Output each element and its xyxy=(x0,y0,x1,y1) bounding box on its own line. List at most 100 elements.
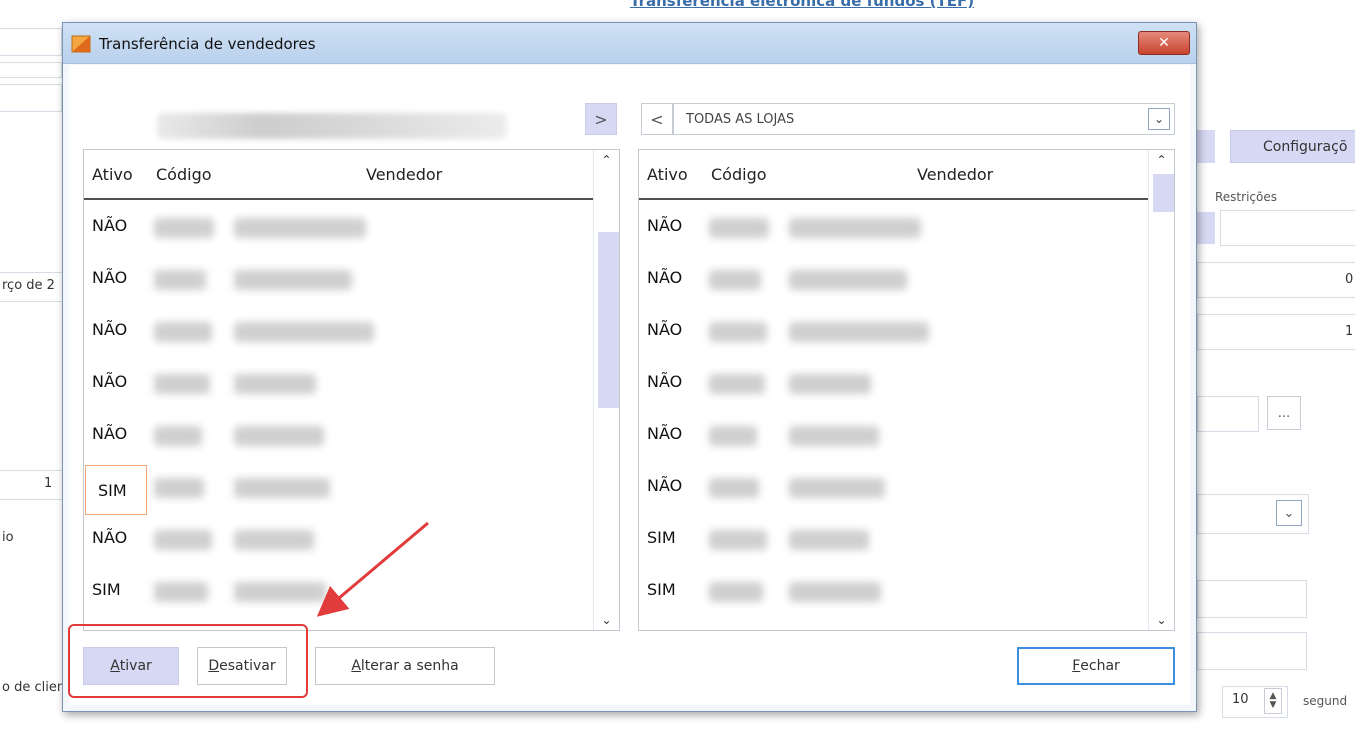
spin-arrows-icon[interactable]: ▲ ▼ xyxy=(1264,688,1282,714)
bg-value: 0 xyxy=(1345,272,1354,287)
vertical-scrollbar[interactable]: ⌃ ⌄ xyxy=(593,150,619,630)
config-button[interactable]: Configuraçõ xyxy=(1230,130,1355,163)
table-row[interactable]: NÃO xyxy=(639,254,1149,306)
cell-vendedor-redacted xyxy=(789,478,885,498)
cell-ativo[interactable]: NÃO xyxy=(647,372,699,394)
store-select[interactable]: TODAS AS LOJAS ⌄ xyxy=(673,103,1175,135)
transfer-dialog: Transferência de vendedores ✕ > < TODAS … xyxy=(62,22,1197,712)
cell-ativo[interactable]: NÃO xyxy=(92,268,144,290)
table-row[interactable]: SIM xyxy=(639,514,1149,566)
cell-vendedor-redacted xyxy=(789,218,921,238)
col-vendedor[interactable]: Vendedor xyxy=(366,165,442,184)
dialog-titlebar: Transferência de vendedores ✕ xyxy=(63,23,1196,64)
cell-codigo-redacted xyxy=(154,270,206,290)
grid-header: Ativo Código Vendedor xyxy=(84,150,594,200)
cell-ativo[interactable]: NÃO xyxy=(647,320,699,342)
grid-header: Ativo Código Vendedor xyxy=(639,150,1149,200)
col-codigo[interactable]: Código xyxy=(156,165,212,184)
table-row[interactable]: NÃO xyxy=(639,358,1149,410)
bg-field[interactable] xyxy=(1197,580,1307,618)
col-ativo[interactable]: Ativo xyxy=(647,165,688,184)
move-left-button[interactable]: < xyxy=(641,103,673,135)
scroll-thumb[interactable] xyxy=(598,232,619,408)
cell-ativo[interactable]: NÃO xyxy=(92,528,144,550)
cell-codigo-redacted xyxy=(154,582,208,602)
bg-field[interactable] xyxy=(0,84,62,112)
scroll-down-icon[interactable]: ⌄ xyxy=(1149,610,1174,630)
cell-codigo-redacted xyxy=(709,270,761,290)
bg-number-value: 1 xyxy=(44,476,53,491)
cell-ativo[interactable]: NÃO xyxy=(647,268,699,290)
col-codigo[interactable]: Código xyxy=(711,165,767,184)
bg-dropdown-part[interactable] xyxy=(1197,130,1215,163)
bg-field[interactable] xyxy=(1197,632,1307,670)
bg-label: o de clien xyxy=(2,680,66,695)
cell-vendedor-redacted xyxy=(234,218,366,238)
bg-dropdown-part[interactable] xyxy=(1197,212,1215,244)
scroll-up-icon[interactable]: ⌃ xyxy=(594,150,619,170)
cell-ativo[interactable]: NÃO xyxy=(647,216,699,238)
table-row[interactable]: NÃO xyxy=(84,254,594,306)
table-row[interactable]: SIM xyxy=(639,566,1149,618)
cell-codigo-redacted xyxy=(154,374,210,394)
cell-vendedor-redacted xyxy=(789,530,869,550)
cell-vendedor-redacted xyxy=(234,322,374,342)
cell-ativo[interactable]: NÃO xyxy=(92,320,144,342)
dialog-content: > < TODAS AS LOJAS ⌄ Ativo Código Vended… xyxy=(69,65,1190,705)
move-right-button[interactable]: > xyxy=(585,103,617,135)
cell-ativo[interactable]: NÃO xyxy=(647,476,699,498)
cell-vendedor-redacted xyxy=(234,270,352,290)
restricoes-field[interactable] xyxy=(1220,210,1355,246)
bg-label: io xyxy=(2,530,14,545)
bg-field[interactable] xyxy=(1197,262,1355,298)
cell-vendedor-redacted xyxy=(789,374,871,394)
table-row[interactable]: NÃO xyxy=(639,202,1149,254)
cell-codigo-redacted xyxy=(154,530,212,550)
fechar-button[interactable]: Fechar xyxy=(1017,647,1175,685)
table-row[interactable]: SIM xyxy=(84,462,594,515)
close-button[interactable]: ✕ xyxy=(1138,31,1190,55)
cell-ativo[interactable]: SIM xyxy=(647,580,699,602)
bg-field[interactable] xyxy=(0,28,62,56)
cell-ativo[interactable]: NÃO xyxy=(92,216,144,238)
cell-codigo-redacted xyxy=(709,530,767,550)
bg-date-label: rço de 2 xyxy=(2,278,55,293)
cell-ativo[interactable]: SIM xyxy=(85,465,147,515)
cell-ativo[interactable]: NÃO xyxy=(92,372,144,394)
cell-codigo-redacted xyxy=(709,374,765,394)
vertical-scrollbar[interactable]: ⌃ ⌄ xyxy=(1148,150,1174,630)
table-row[interactable]: NÃO xyxy=(84,410,594,462)
table-row[interactable]: NÃO xyxy=(639,410,1149,462)
bg-field[interactable] xyxy=(0,62,62,78)
target-sellers-grid[interactable]: Ativo Código Vendedor NÃO NÃO NÃO NÃO NÃO NÃO… xyxy=(638,149,1175,631)
grid-rows: NÃO NÃO NÃO NÃO NÃO NÃO SIM SIM xyxy=(639,202,1149,618)
cell-codigo-redacted xyxy=(154,478,204,498)
scroll-down-icon[interactable]: ⌄ xyxy=(594,610,619,630)
scroll-up-icon[interactable]: ⌃ xyxy=(1149,150,1174,170)
cell-vendedor-redacted xyxy=(789,270,907,290)
cell-ativo[interactable]: NÃO xyxy=(92,424,144,446)
table-row[interactable]: NÃO xyxy=(84,306,594,358)
cell-ativo[interactable]: SIM xyxy=(647,528,699,550)
table-row[interactable]: NÃO xyxy=(84,202,594,254)
bg-field[interactable] xyxy=(1197,396,1259,432)
cell-ativo[interactable]: SIM xyxy=(92,580,144,602)
scroll-thumb[interactable] xyxy=(1153,174,1174,212)
bg-field[interactable] xyxy=(1197,314,1355,350)
alterar-senha-button[interactable]: Alterar a senha xyxy=(315,647,495,685)
cell-codigo-redacted xyxy=(154,322,212,342)
table-row[interactable]: NÃO xyxy=(639,462,1149,514)
bg-number-field[interactable] xyxy=(0,470,64,500)
col-ativo[interactable]: Ativo xyxy=(92,165,133,184)
cell-vendedor-redacted xyxy=(234,478,330,498)
ellipsis-button[interactable]: ... xyxy=(1267,396,1301,430)
table-row[interactable]: NÃO xyxy=(84,358,594,410)
chevron-down-icon[interactable]: ⌄ xyxy=(1148,108,1170,130)
chevron-down-icon[interactable]: ⌄ xyxy=(1276,500,1302,526)
table-row[interactable]: NÃO xyxy=(639,306,1149,358)
cell-ativo[interactable]: NÃO xyxy=(647,424,699,446)
cell-codigo-redacted xyxy=(709,322,767,342)
close-icon: ✕ xyxy=(1158,35,1170,51)
col-vendedor[interactable]: Vendedor xyxy=(917,165,993,184)
bg-header-link[interactable]: Transferência eletrônica de fundos (TEF) xyxy=(630,0,974,10)
